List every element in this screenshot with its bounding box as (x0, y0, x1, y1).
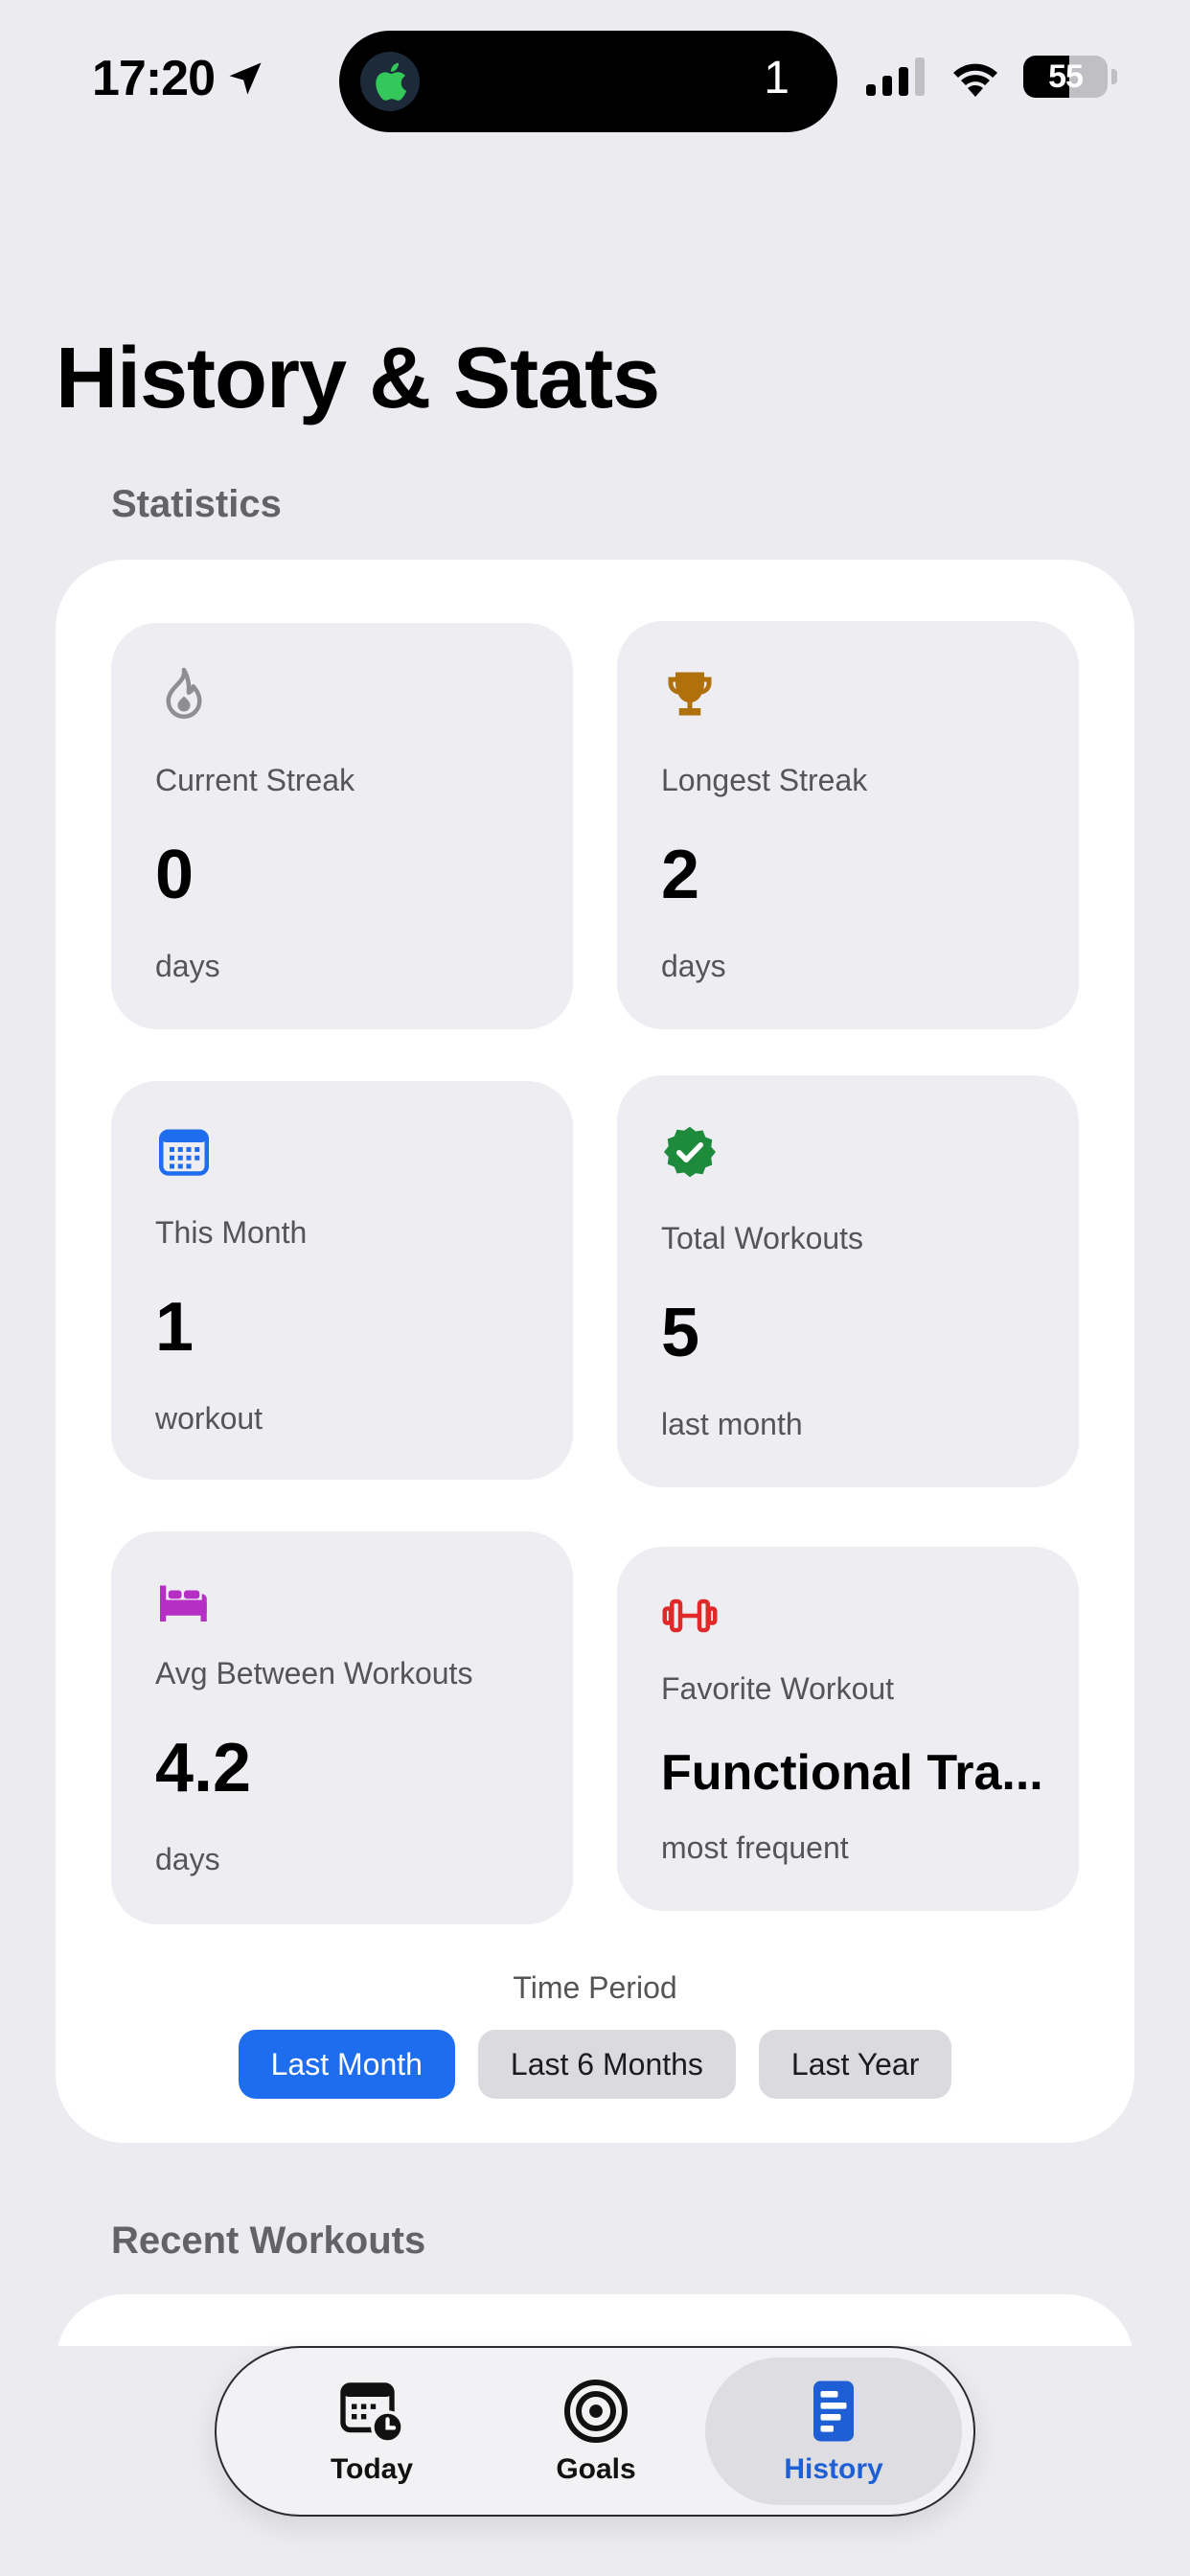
stat-label: This Month (155, 1215, 308, 1250)
checkmark-seal-icon (664, 1126, 716, 1178)
tab-history[interactable]: History (705, 2358, 962, 2505)
stat-unit: days (155, 1842, 220, 1876)
tab-today[interactable]: Today (243, 2358, 500, 2505)
stat-tile-current-streak[interactable]: Current Streak 0 days (111, 623, 573, 1029)
tab-label: Goals (556, 2453, 636, 2485)
status-bar: 17:20 1 55 (0, 0, 1190, 163)
tab-goals[interactable]: Goals (468, 2358, 724, 2505)
stat-label: Avg Between Workouts (155, 1656, 473, 1690)
bed-icon (160, 1585, 207, 1622)
stat-tile-avg-between[interactable]: Avg Between Workouts 4.2 days (111, 1531, 573, 1924)
stat-unit: most frequent (661, 1830, 849, 1865)
stat-unit: workout (155, 1401, 263, 1436)
time-period-label: Time Period (513, 1970, 677, 2005)
period-option-last-year[interactable]: Last Year (758, 2030, 952, 2099)
location-arrow-icon (229, 62, 262, 95)
stat-label: Longest Streak (661, 763, 868, 797)
stat-value: 5 (661, 1295, 700, 1371)
stat-tile-total-workouts[interactable]: Total Workouts 5 last month (617, 1075, 1079, 1487)
stat-value: 1 (155, 1289, 195, 1366)
page-title: History & Stats (56, 331, 660, 426)
history-list-icon (813, 2380, 854, 2442)
tab-label: History (784, 2453, 883, 2485)
status-time: 17:20 (92, 50, 266, 107)
stat-value: 4.2 (155, 1730, 252, 1806)
stat-value: Functional Tra... (661, 1745, 1043, 1801)
tab-label: Today (330, 2453, 414, 2485)
period-option-last-month[interactable]: Last Month (238, 2030, 455, 2099)
status-time-text: 17:20 (92, 51, 216, 106)
island-count: 1 (764, 53, 790, 104)
fitness-app-icon (360, 52, 420, 111)
dumbbell-icon (662, 1598, 718, 1633)
stat-tile-longest-streak[interactable]: Longest Streak 2 days (617, 621, 1079, 1029)
calendar-clock-icon (340, 2382, 404, 2444)
battery-level: 55 (1048, 58, 1084, 95)
status-indicators: 55 (866, 56, 1117, 98)
tab-bar: Today Goals History (215, 2346, 975, 2517)
statistics-header: Statistics (111, 483, 282, 525)
time-period-selector: Last Month Last 6 Months Last Year (56, 2030, 1134, 2099)
stat-tile-this-month[interactable]: This Month 1 workout (111, 1081, 573, 1480)
recent-workouts-header: Recent Workouts (111, 2220, 426, 2262)
battery-indicator: 55 (1023, 56, 1108, 98)
wifi-icon (953, 63, 997, 97)
trophy-icon (668, 672, 712, 716)
stat-unit: days (155, 949, 220, 983)
stat-unit: last month (661, 1407, 803, 1441)
stat-tile-favorite-workout[interactable]: Favorite Workout Functional Tra... most … (617, 1547, 1079, 1911)
stat-label: Favorite Workout (661, 1671, 895, 1706)
target-icon (564, 2380, 628, 2443)
dynamic-island[interactable]: 1 (339, 31, 837, 132)
stat-label: Current Streak (155, 763, 355, 797)
stat-value: 0 (155, 837, 195, 913)
stat-label: Total Workouts (661, 1221, 864, 1255)
statistics-card: Current Streak 0 days Longest Streak 2 d… (56, 560, 1134, 2143)
calendar-icon (159, 1129, 209, 1176)
stat-unit: days (661, 949, 726, 983)
period-option-last-6-months[interactable]: Last 6 Months (477, 2030, 736, 2099)
flame-icon (166, 667, 202, 719)
stat-value: 2 (661, 837, 700, 913)
cellular-signal-icon (866, 58, 925, 96)
